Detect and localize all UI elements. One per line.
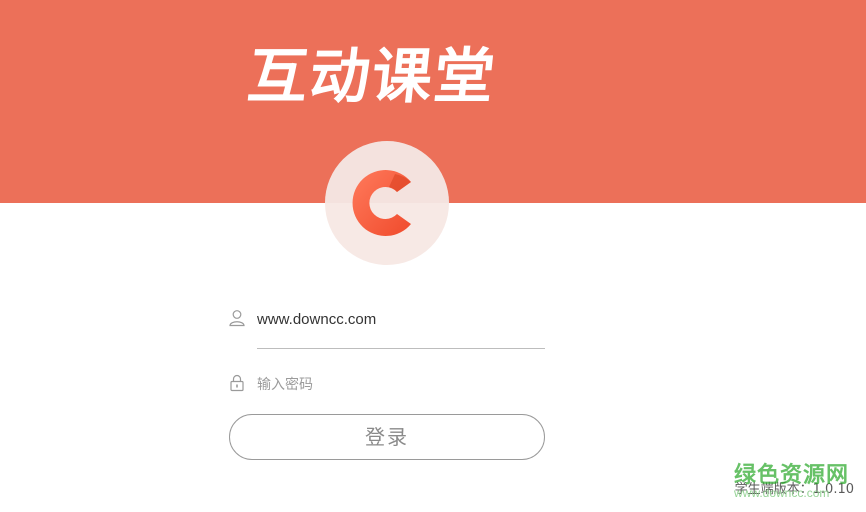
- username-field: [229, 307, 545, 337]
- watermark-url: www.downcc.com: [734, 486, 830, 500]
- login-button[interactable]: 登录: [229, 414, 545, 460]
- username-underline: [257, 348, 545, 349]
- password-field: [229, 372, 545, 402]
- watermark-text: 绿色资源网: [734, 463, 850, 488]
- username-input[interactable]: [257, 307, 545, 331]
- user-icon: [229, 310, 245, 327]
- password-input[interactable]: [257, 372, 545, 396]
- lock-icon: [230, 374, 244, 392]
- c-logo-icon: [352, 170, 411, 236]
- app-title: 互动课堂: [244, 42, 500, 112]
- app-logo: [325, 141, 449, 265]
